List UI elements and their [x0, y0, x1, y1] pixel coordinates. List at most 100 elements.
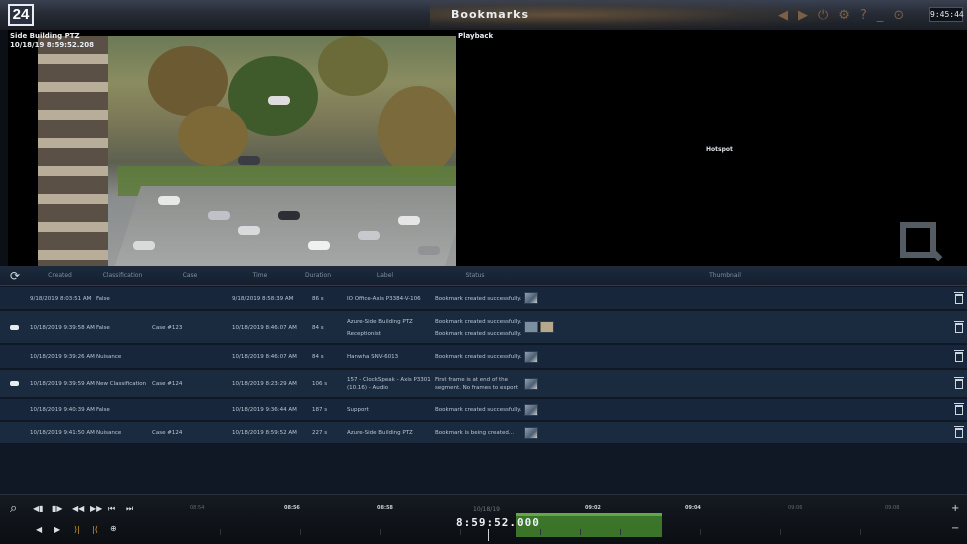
col-duration[interactable]: Duration	[298, 272, 338, 279]
cell-label: Hanwha SNV-6013	[347, 354, 399, 360]
trash-icon[interactable]	[954, 426, 964, 438]
pin-icon[interactable]	[10, 325, 19, 330]
cell-duration: 187 s	[312, 407, 328, 413]
back-icon[interactable]: ◀	[778, 8, 788, 23]
col-label[interactable]: Label	[340, 272, 430, 279]
trash-icon[interactable]	[954, 292, 964, 304]
col-case[interactable]: Case	[160, 272, 220, 279]
thumbnail[interactable]	[524, 351, 538, 363]
cell-created: 10/18/2019 9:39:58 AM	[30, 325, 95, 331]
thumbnail[interactable]	[524, 321, 554, 333]
cell-duration: 84 s	[312, 325, 324, 331]
col-status[interactable]: Status	[430, 272, 520, 279]
playhead[interactable]	[488, 529, 489, 541]
prev-icon[interactable]: ◀	[36, 525, 42, 534]
trash-icon[interactable]	[954, 403, 964, 415]
table-row[interactable]: 10/18/2019 9:39:59 AM New Classification…	[0, 370, 967, 398]
step-forward-icon[interactable]: ▮▶	[52, 504, 63, 513]
tick-label: 08:54	[190, 505, 205, 511]
cell-time: 10/18/2019 8:59:52 AM	[232, 430, 297, 436]
cell-label: IO Office-Axis P3384-V-106	[347, 296, 421, 302]
col-thumbnail[interactable]: Thumbnail	[690, 272, 760, 279]
trash-icon[interactable]	[954, 350, 964, 362]
minimize-icon[interactable]: _	[877, 8, 884, 23]
forward-icon[interactable]: ▶	[798, 8, 808, 23]
skip-end-icon[interactable]: ⏭	[126, 504, 133, 514]
mark-out-icon[interactable]: |⟨	[92, 525, 98, 534]
tick-label: 09:06	[788, 505, 803, 511]
cell-status: Bookmark is being created...	[435, 430, 515, 436]
fullscreen-icon[interactable]: ⊙	[893, 8, 904, 23]
cell-classification: False	[96, 325, 110, 331]
camera-video[interactable]	[38, 36, 456, 266]
cell-label: Azure-Side Building PTZ	[347, 430, 413, 436]
zoom-out-button[interactable]: −	[951, 523, 959, 534]
cell-duration: 86 s	[312, 296, 324, 302]
table-row[interactable]: 10/18/2019 9:39:58 AM False Case #123 10…	[0, 311, 967, 344]
timeline-track[interactable]: 08:54 08:56 08:58 09:02 09:04 09:06 09:0…	[160, 499, 945, 541]
col-created[interactable]: Created	[30, 272, 90, 279]
cell-label: 157 - ClockSpeak - Axis P3301 (10.16) - …	[347, 377, 431, 391]
rewind-icon[interactable]: ◀◀	[72, 504, 84, 513]
cell-duration: 84 s	[312, 354, 324, 360]
export-icon[interactable]: ⊕	[110, 524, 117, 533]
col-classification[interactable]: Classification	[90, 272, 155, 279]
cell-time: 9/18/2019 8:58:39 AM	[232, 296, 294, 302]
table-row[interactable]: 10/18/2019 9:39:26 AM Nuisance 10/18/201…	[0, 345, 967, 369]
title-bar: 24 Bookmarks ◀ ▶ ⏻ ⚙ ? _ ⊙ 9:45:44	[0, 0, 967, 30]
col-time[interactable]: Time	[230, 272, 290, 279]
cell-status: Bookmark created successfully.	[435, 319, 522, 325]
cell-time: 10/18/2019 8:23:29 AM	[232, 381, 297, 387]
trash-icon[interactable]	[954, 321, 964, 333]
window-controls: ◀ ▶ ⏻ ⚙ ? _ ⊙	[778, 6, 904, 24]
cell-classification: Nuisance	[96, 354, 122, 360]
playback-pane[interactable]: Playback Hotspot	[456, 30, 967, 266]
skip-start-icon[interactable]: ⏮	[108, 504, 115, 514]
cell-label: Support	[347, 407, 369, 413]
cell-created: 10/18/2019 9:39:26 AM	[30, 354, 95, 360]
table-row[interactable]: 9/18/2019 8:03:51 AM False 9/18/2019 8:5…	[0, 287, 967, 310]
cell-created: 9/18/2019 8:03:51 AM	[30, 296, 92, 302]
cell-status-2: Bookmark created successfully.	[435, 331, 522, 337]
mark-in-icon[interactable]: ⟩|	[74, 525, 80, 534]
help-icon[interactable]: ?	[860, 8, 867, 23]
thumbnail[interactable]	[524, 292, 538, 304]
play-icon[interactable]: ▶	[54, 525, 60, 534]
cell-created: 10/18/2019 9:41:50 AM	[30, 430, 95, 436]
power-icon[interactable]: ⏻	[818, 8, 828, 23]
cell-classification: False	[96, 407, 110, 413]
hotspot-label: Hotspot	[706, 146, 733, 153]
thumbnail[interactable]	[524, 378, 538, 390]
app-logo: 24	[8, 4, 34, 26]
gear-icon[interactable]: ⚙	[838, 8, 850, 23]
table-row[interactable]: 10/18/2019 9:41:50 AM Nuisance Case #124…	[0, 422, 967, 444]
step-back-icon[interactable]: ◀▮	[33, 504, 44, 513]
cell-classification: False	[96, 296, 110, 302]
thumbnail[interactable]	[524, 427, 538, 439]
refresh-icon[interactable]: ⟳	[8, 269, 22, 283]
cell-time: 10/18/2019 9:36:44 AM	[232, 407, 297, 413]
playback-label: Playback	[458, 32, 494, 40]
zoom-in-button[interactable]: +	[951, 503, 959, 514]
clock: 9:45:44	[929, 7, 964, 22]
bookmarks-table: ⟳ Created Classification Case Time Durat…	[0, 266, 967, 494]
trash-icon[interactable]	[954, 377, 964, 389]
tick-label: 09:08	[885, 505, 900, 511]
table-row[interactable]: 10/18/2019 9:40:39 AM False 10/18/2019 9…	[0, 399, 967, 421]
timeline-date: 10/18/19	[473, 506, 500, 513]
watermark-logo	[900, 222, 936, 258]
cell-status: Bookmark created successfully.	[435, 354, 522, 360]
pin-icon[interactable]	[10, 381, 19, 386]
fast-forward-icon[interactable]: ▶▶	[90, 504, 102, 513]
camera-name: Side Building PTZ	[10, 32, 80, 40]
tick-label: 09:02	[585, 505, 601, 511]
cell-created: 10/18/2019 9:40:39 AM	[30, 407, 95, 413]
cell-status: First frame is at end of the segment. No…	[435, 377, 518, 391]
current-time: 8:59:52.000	[456, 516, 540, 529]
cell-case: Case #124	[152, 430, 183, 436]
cell-classification: New Classification	[96, 381, 147, 387]
search-icon[interactable]: ⌕	[10, 501, 17, 516]
camera-pane[interactable]: Side Building PTZ 10/18/19 8:59:52.208	[8, 30, 456, 266]
cell-label: Azure-Side Building PTZ	[347, 319, 413, 325]
thumbnail[interactable]	[524, 404, 538, 416]
